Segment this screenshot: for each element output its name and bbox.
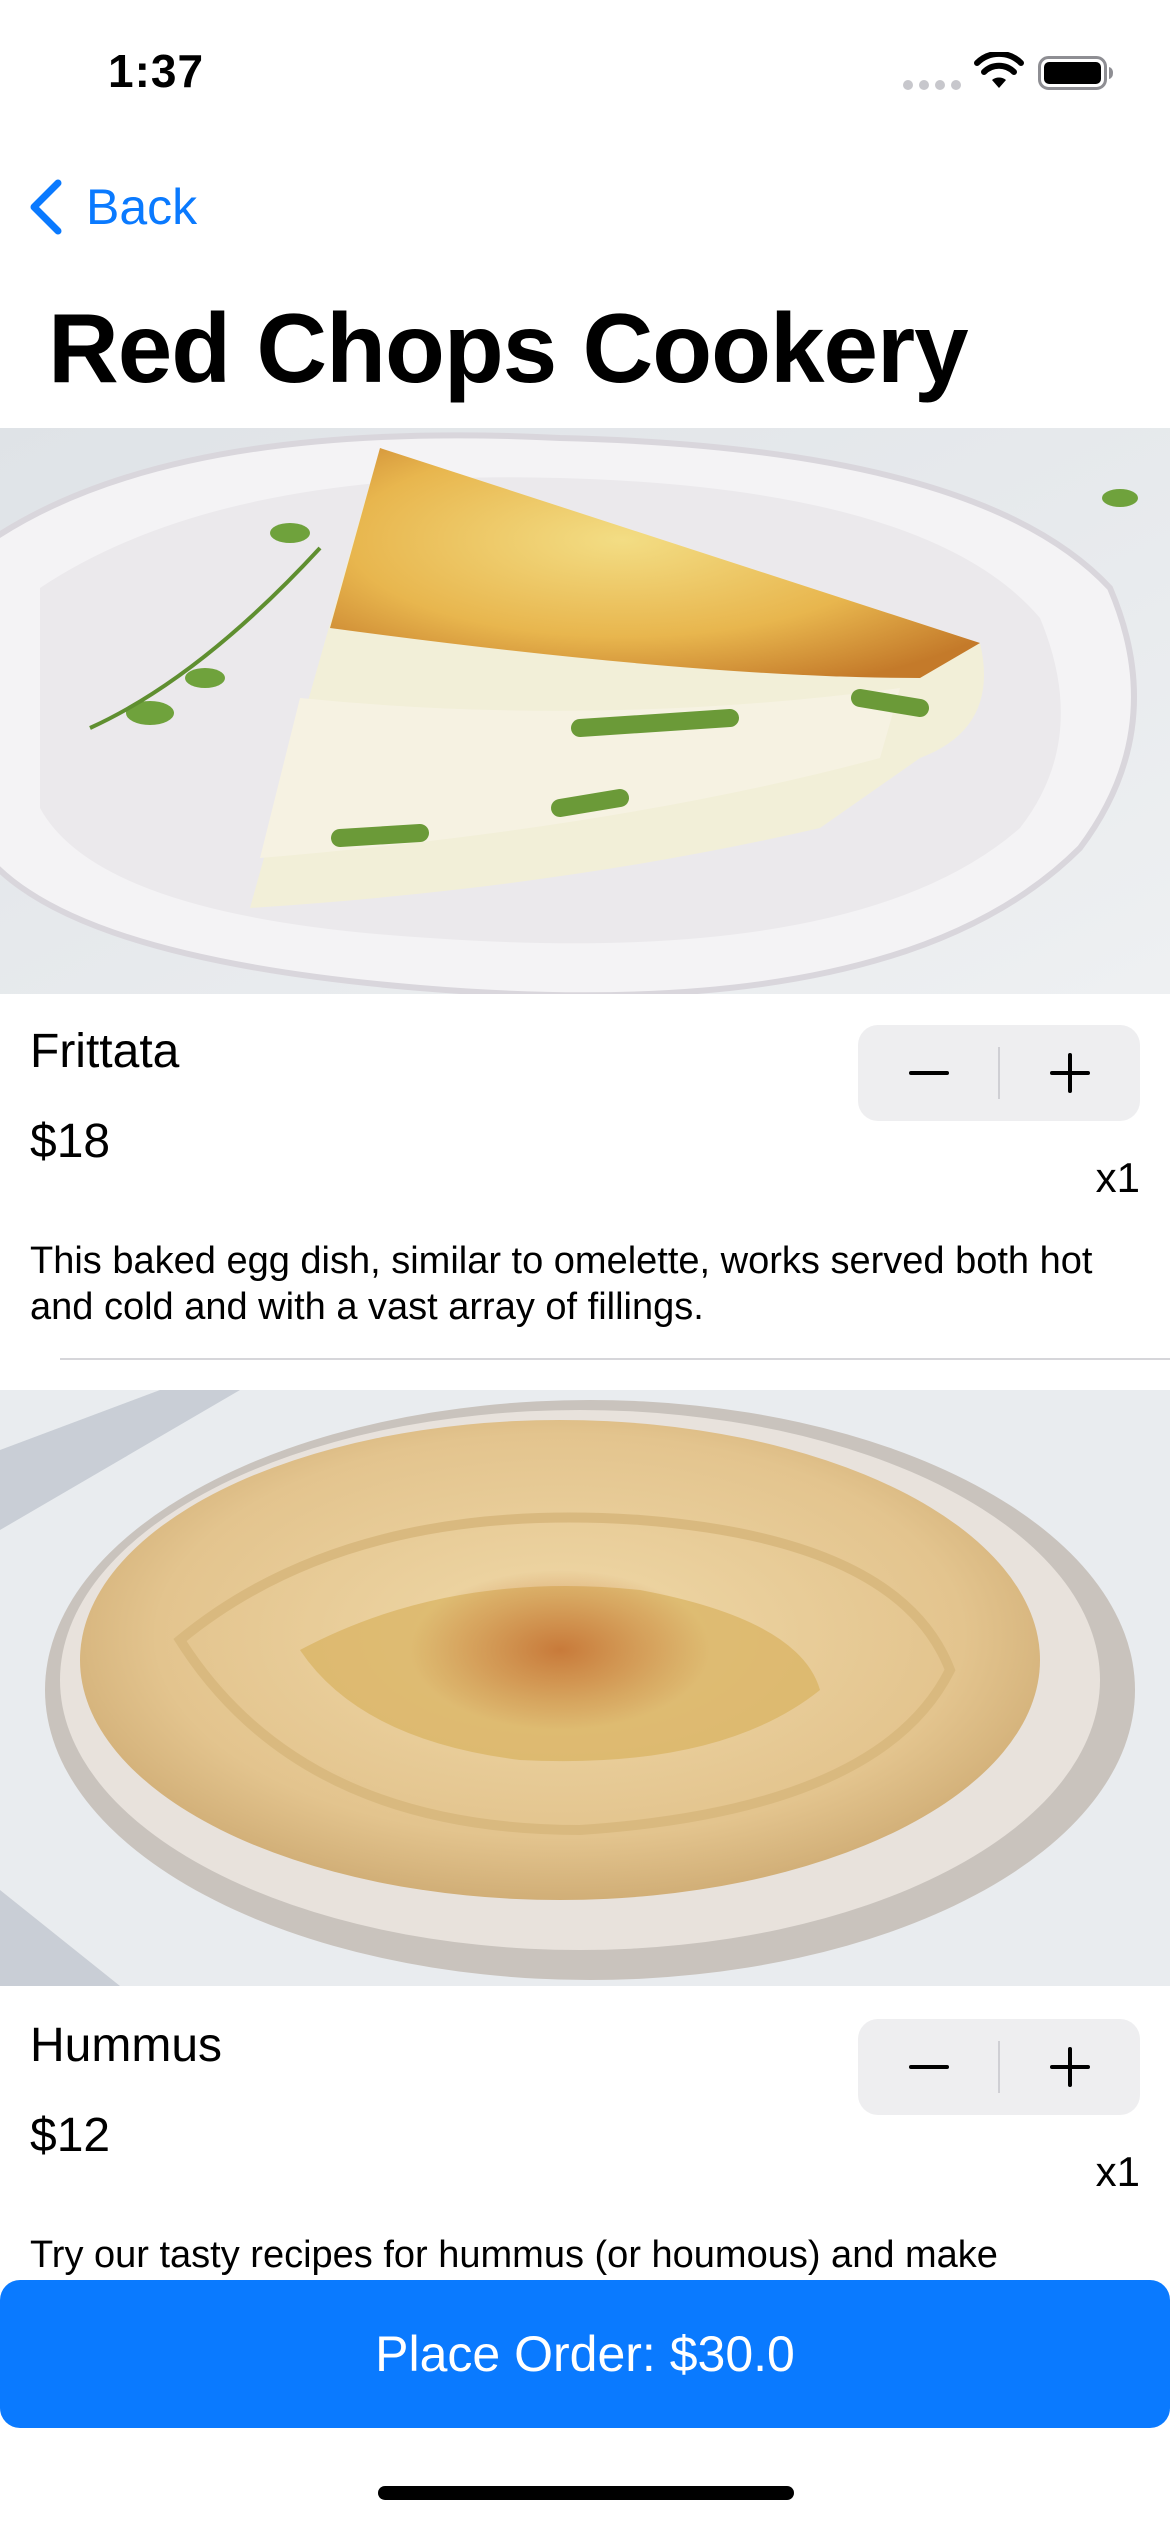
increment-button[interactable]: [999, 2019, 1140, 2115]
food-image: [0, 428, 1170, 994]
wifi-icon: [974, 52, 1024, 88]
food-image: [0, 1390, 1170, 1986]
food-price: $18: [30, 1115, 111, 1168]
food-description: This baked egg dish, similar to omelette…: [30, 1240, 1093, 1328]
row-separator: [60, 1358, 1170, 1360]
food-name: Hummus: [30, 2019, 223, 2072]
battery-icon: [1038, 56, 1113, 90]
quantity-stepper: [858, 2019, 1140, 2115]
quantity-label: x1: [1095, 2148, 1140, 2195]
chevron-left-icon: [30, 179, 62, 235]
decrement-button[interactable]: [858, 1025, 999, 1121]
status-time: 1:37: [108, 45, 205, 97]
back-button[interactable]: Back: [24, 174, 197, 240]
increment-button[interactable]: [999, 1025, 1140, 1121]
home-indicator: [378, 2486, 794, 2500]
decrement-button[interactable]: [858, 2019, 999, 2115]
status-bar: 1:37: [0, 0, 1170, 140]
quantity-label: x1: [1095, 1154, 1140, 1201]
place-order-button[interactable]: Place Order: $30.0: [0, 2280, 1170, 2428]
food-description: Try our tasty recipes for hummus (or hou…: [30, 2234, 998, 2276]
food-name: Frittata: [30, 1025, 180, 1078]
page-title: Red Chops Cookery: [48, 293, 969, 403]
place-order-label: Place Order: $30.0: [375, 2326, 795, 2382]
back-label: Back: [86, 179, 198, 235]
quantity-stepper: [858, 1025, 1140, 1121]
cellular-signal-icon: [903, 80, 963, 92]
food-price: $12: [30, 2109, 111, 2162]
